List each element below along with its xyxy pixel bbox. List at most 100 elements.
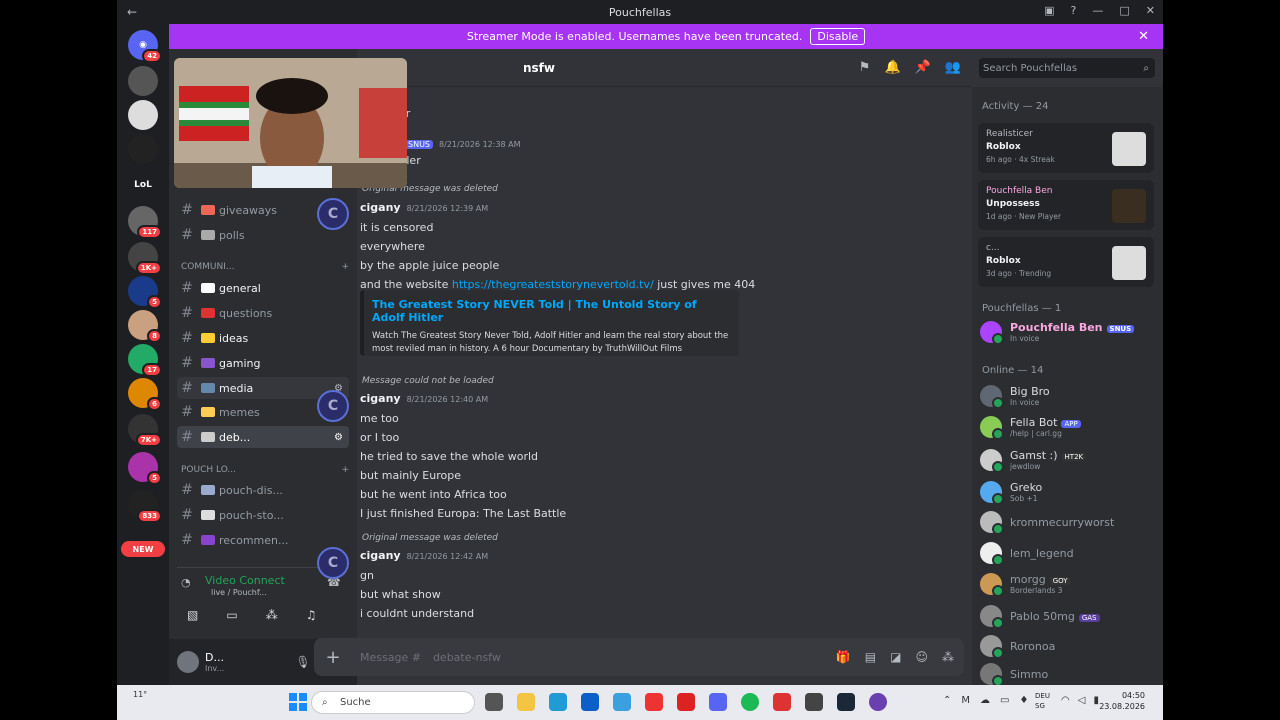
member-item[interactable]: Gamst :) HT2K jewdlow: [980, 449, 1156, 473]
steam-icon[interactable]: [837, 693, 855, 711]
server-icon[interactable]: 1K+: [128, 242, 162, 275]
clock[interactable]: 04:50 23.08.2026: [1099, 690, 1145, 712]
member-item[interactable]: morgg GOY Borderlands 3: [980, 573, 1156, 597]
message-composer[interactable]: + Message # debate-nsfw 🎁 ▤ ◪ ☺ ⁂: [314, 638, 964, 676]
camera-off-icon[interactable]: ▧: [187, 608, 198, 622]
member-item[interactable]: krommecurryworst: [980, 511, 1156, 535]
channel-questions[interactable]: # questions: [177, 302, 349, 324]
activity-card[interactable]: c... Roblox 3d ago · Trending: [978, 237, 1154, 287]
microphone-icon[interactable]: 🎙: [295, 655, 310, 669]
category-pouch[interactable]: POUCH LO... +: [181, 465, 349, 475]
server-icon[interactable]: 17: [128, 344, 162, 377]
user-avatar[interactable]: C: [317, 198, 349, 230]
pin-icon[interactable]: 📌: [915, 60, 931, 75]
server-icon[interactable]: 5: [128, 276, 162, 309]
app-icon[interactable]: [805, 693, 823, 711]
user-avatar[interactable]: C: [317, 390, 349, 422]
back-arrow-icon[interactable]: ←: [127, 5, 137, 19]
minimize-icon[interactable]: —: [1092, 4, 1103, 17]
member-owner[interactable]: Pouchfella Ben SNUS In voice: [980, 321, 1156, 345]
language-indicator[interactable]: DEU SG: [1035, 691, 1050, 711]
app-icon[interactable]: [869, 693, 887, 711]
message-username[interactable]: cigany: [360, 549, 401, 562]
member-item[interactable]: Greko Sob +1: [980, 481, 1156, 505]
activity-card[interactable]: Pouchfella Ben Unpossess 1d ago · New Pl…: [978, 180, 1154, 230]
opera-icon[interactable]: [645, 693, 663, 711]
member-item[interactable]: Roronoa: [980, 635, 1156, 659]
reply-reference[interactable]: Message could not be loaded: [362, 376, 494, 386]
gif-icon[interactable]: ▤: [865, 650, 876, 664]
user-avatar[interactable]: [177, 651, 199, 673]
server-icon[interactable]: 8: [128, 310, 162, 343]
close-window-icon[interactable]: ✕: [1146, 4, 1155, 17]
store-icon[interactable]: [581, 693, 599, 711]
member-item[interactable]: Simmo: [980, 663, 1156, 685]
channel-debate-selected[interactable]: # deb... ⚙: [177, 426, 349, 448]
message-username[interactable]: cigany: [360, 201, 401, 214]
help-icon[interactable]: ?: [1071, 4, 1077, 17]
server-icon[interactable]: [128, 134, 158, 164]
emoji-icon[interactable]: ☺: [915, 650, 928, 664]
disable-streamer-button[interactable]: Disable: [810, 28, 866, 45]
network-icon[interactable]: ☁: [980, 695, 990, 706]
soundboard-icon[interactable]: ♫: [306, 608, 317, 622]
server-icon-lol[interactable]: LoL: [128, 170, 158, 200]
app-icon[interactable]: [613, 693, 631, 711]
server-icon[interactable]: 6: [128, 378, 162, 411]
discord-taskbar-icon[interactable]: [709, 693, 727, 711]
activity-card[interactable]: Realisticer Roblox 6h ago · 4x Streak: [978, 123, 1154, 173]
channel-gaming[interactable]: # gaming: [177, 352, 349, 374]
notification-bell-icon[interactable]: 🔔: [884, 60, 900, 75]
screen-share-icon[interactable]: ▭: [226, 608, 237, 622]
home-discord-icon[interactable]: ◉ 42: [128, 30, 162, 63]
message-username[interactable]: cigany: [360, 392, 401, 405]
sticker-icon[interactable]: ◪: [890, 650, 901, 664]
user-avatar[interactable]: C: [317, 547, 349, 579]
file-explorer-icon[interactable]: [517, 693, 535, 711]
embed-title[interactable]: The Greatest Story NEVER Told | The Unto…: [372, 298, 731, 324]
channel-recommendations[interactable]: # recommen...: [177, 529, 349, 551]
server-icon[interactable]: 833: [128, 490, 162, 523]
edge-icon[interactable]: [549, 693, 567, 711]
server-icon[interactable]: [128, 100, 158, 130]
mic-tray-icon[interactable]: ♦: [1019, 695, 1028, 706]
mail-icon[interactable]: [677, 693, 695, 711]
add-channel-icon[interactable]: +: [341, 262, 349, 272]
battery-icon[interactable]: ▭: [1000, 695, 1009, 706]
activities-icon[interactable]: ⁂: [266, 608, 278, 622]
signal-icon[interactable]: ◔: [181, 576, 191, 589]
close-banner-icon[interactable]: ✕: [1138, 29, 1149, 44]
spotify-icon[interactable]: [741, 693, 759, 711]
search-input[interactable]: Search Pouchfellas ⌕: [979, 58, 1155, 78]
tray-chevron-icon[interactable]: ⌃: [943, 695, 951, 706]
category-community[interactable]: COMMUNI... +: [181, 262, 349, 272]
volume-icon[interactable]: ◁: [1078, 695, 1086, 706]
wifi-icon[interactable]: ◠: [1061, 695, 1070, 706]
channel-general[interactable]: # general: [177, 277, 349, 299]
member-item[interactable]: Fella Bot APP/help | carl.gg: [980, 416, 1156, 440]
member-item[interactable]: lem_legend: [980, 542, 1156, 566]
app-icon[interactable]: [773, 693, 791, 711]
new-servers-pill[interactable]: NEW: [121, 541, 165, 557]
apps-icon[interactable]: ⁂: [942, 650, 954, 664]
channel-pouch-discussion[interactable]: # pouch-dis...: [177, 479, 349, 501]
member-list-icon[interactable]: 👥: [945, 60, 961, 75]
inbox-icon[interactable]: ▣: [1044, 4, 1054, 17]
channel-pouch-store[interactable]: # pouch-sto...: [177, 504, 349, 526]
channel-settings-icon[interactable]: ⚙: [334, 432, 343, 443]
voice-channel-text[interactable]: live / Pouchf...: [211, 588, 267, 597]
server-icon[interactable]: [128, 66, 158, 96]
battery-level-icon[interactable]: ▮: [1093, 695, 1099, 706]
start-icon[interactable]: [289, 693, 307, 711]
maximize-icon[interactable]: □: [1119, 4, 1129, 17]
threads-icon[interactable]: ⚑: [859, 60, 871, 75]
member-item[interactable]: Big Bro In voice: [980, 385, 1156, 409]
gift-icon[interactable]: 🎁: [836, 650, 851, 664]
add-channel-icon[interactable]: +: [341, 465, 349, 475]
attach-plus-icon[interactable]: +: [314, 647, 352, 668]
channel-ideas[interactable]: # ideas: [177, 327, 349, 349]
taskbar-search[interactable]: ⌕ Suche: [311, 691, 475, 714]
weather-widget[interactable]: 11°: [133, 690, 147, 699]
server-icon[interactable]: 7K+: [128, 414, 162, 447]
tray-app-icon[interactable]: M: [961, 695, 970, 706]
